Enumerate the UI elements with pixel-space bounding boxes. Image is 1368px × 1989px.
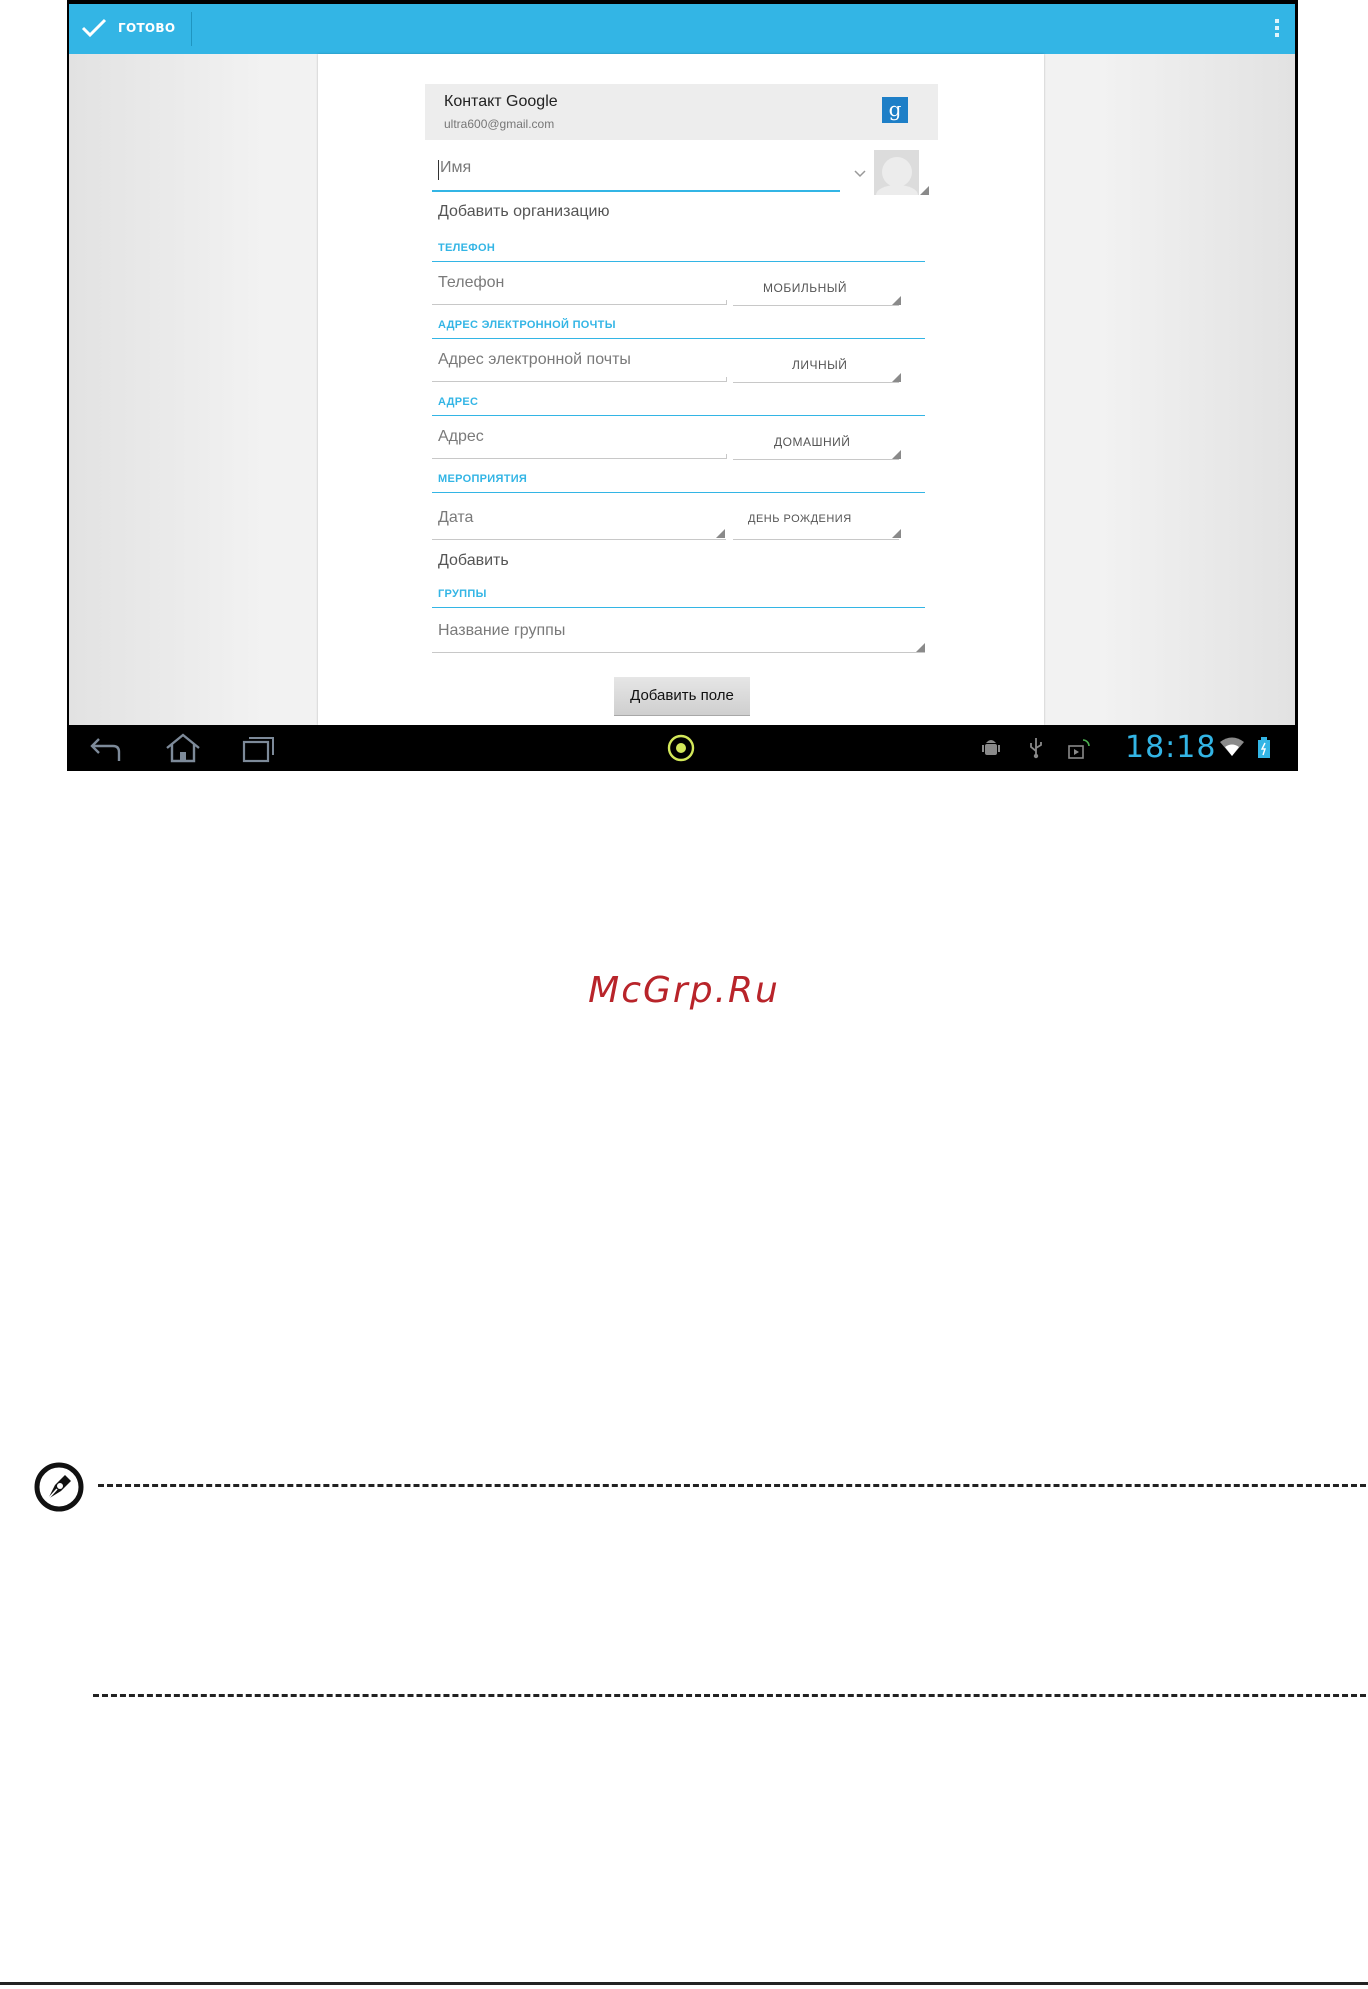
section-header-email: Адрес электронной почты bbox=[438, 319, 616, 331]
add-field-button[interactable]: Добавить поле bbox=[614, 677, 750, 716]
section-divider bbox=[432, 415, 925, 416]
recent-apps-icon[interactable] bbox=[241, 733, 277, 763]
spinner-corner-indicator bbox=[892, 373, 901, 382]
address-type-spinner[interactable]: Домашний bbox=[774, 435, 850, 449]
event-date-spinner[interactable]: Дата bbox=[438, 509, 473, 527]
spinner-corner-indicator bbox=[916, 643, 925, 652]
section-header-phone: Телефон bbox=[438, 242, 496, 254]
overflow-menu-icon[interactable] bbox=[1273, 17, 1281, 41]
back-icon[interactable] bbox=[89, 733, 123, 763]
address-input[interactable]: Адрес bbox=[438, 428, 484, 446]
group-name-spinner[interactable]: Название группы bbox=[438, 622, 565, 640]
note-bottom-divider bbox=[93, 1694, 1366, 1697]
photo-corner-indicator bbox=[920, 186, 929, 195]
done-button[interactable]: ГОТОВО bbox=[69, 4, 191, 54]
add-organization-link[interactable]: Добавить организацию bbox=[438, 203, 609, 221]
section-divider bbox=[432, 261, 925, 262]
battery-icon bbox=[1258, 737, 1270, 758]
watermark-logo: McGrp.Ru bbox=[588, 970, 780, 1011]
text-cursor bbox=[438, 160, 439, 180]
spinner-corner-indicator bbox=[892, 296, 901, 305]
edit-contact-content: Контакт Google ultra600@gmail.com g Имя … bbox=[69, 54, 1295, 725]
wifi-icon bbox=[1220, 737, 1244, 756]
email-type-spinner[interactable]: Личный bbox=[792, 358, 847, 372]
contact-photo-button[interactable] bbox=[874, 150, 919, 195]
google-g-icon: g bbox=[882, 97, 908, 123]
tablet-screenshot: ГОТОВО Контакт Google ultra600@gmail.com… bbox=[67, 0, 1298, 771]
action-bar-divider bbox=[191, 12, 192, 46]
center-dot-icon[interactable] bbox=[665, 733, 697, 765]
status-clock: 18:18 bbox=[1125, 730, 1217, 765]
section-header-address: Адрес bbox=[438, 396, 479, 408]
avatar-placeholder-icon bbox=[882, 157, 912, 187]
spinner-corner-indicator bbox=[892, 450, 901, 459]
page-bottom-rule bbox=[0, 1982, 1368, 1985]
section-divider bbox=[432, 338, 925, 339]
name-input-underline bbox=[432, 190, 840, 192]
email-input[interactable]: Адрес электронной почты bbox=[438, 351, 631, 369]
home-icon[interactable] bbox=[164, 733, 202, 763]
section-header-events: Мероприятия bbox=[438, 473, 528, 485]
android-debug-icon bbox=[982, 740, 1000, 755]
account-email: ultra600@gmail.com bbox=[444, 117, 555, 131]
section-header-groups: Группы bbox=[438, 588, 487, 600]
name-input[interactable]: Имя bbox=[440, 159, 471, 177]
done-label: ГОТОВО bbox=[118, 21, 176, 35]
action-bar: ГОТОВО bbox=[69, 4, 1295, 54]
event-type-spinner[interactable]: День рождения bbox=[748, 513, 852, 525]
chevron-down-icon[interactable] bbox=[853, 166, 867, 180]
section-divider bbox=[432, 607, 925, 608]
contact-editor-card: Контакт Google ultra600@gmail.com g Имя … bbox=[318, 54, 1044, 725]
checkmark-icon bbox=[81, 18, 107, 38]
note-pen-icon bbox=[34, 1462, 84, 1512]
spinner-corner-indicator bbox=[892, 529, 901, 538]
account-header: Контакт Google ultra600@gmail.com g bbox=[425, 84, 938, 140]
phone-type-spinner[interactable]: Мобильный bbox=[763, 281, 847, 295]
phone-input[interactable]: Телефон bbox=[438, 274, 504, 292]
spinner-corner-indicator bbox=[716, 529, 725, 538]
account-name: Контакт Google bbox=[444, 93, 558, 110]
usb-icon bbox=[1030, 738, 1042, 759]
section-divider bbox=[432, 492, 925, 493]
media-play-icon bbox=[1068, 739, 1090, 759]
add-event-link[interactable]: Добавить bbox=[438, 552, 509, 570]
note-top-divider bbox=[98, 1484, 1366, 1487]
system-bar: 18:18 bbox=[67, 725, 1298, 771]
